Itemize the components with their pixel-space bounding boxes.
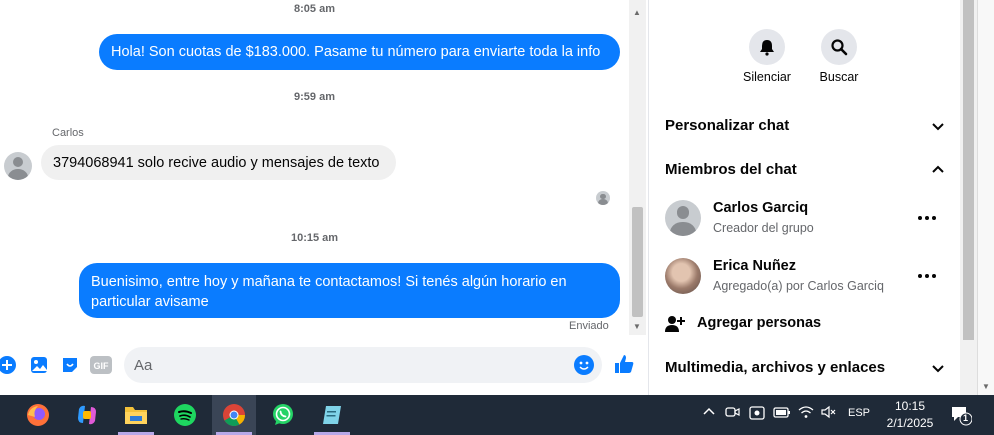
emoji-icon[interactable]	[574, 355, 594, 375]
clock-date: 2/1/2025	[886, 416, 934, 430]
more-options-icon[interactable]	[917, 215, 937, 221]
notification-center-icon[interactable]: 1	[950, 404, 973, 426]
chevron-down-icon	[932, 365, 944, 373]
media-files-links-section[interactable]: Multimedia, archivos y enlaces	[665, 359, 947, 376]
customize-chat-section[interactable]: Personalizar chat	[665, 117, 947, 134]
page-scrollbar-thumb[interactable]	[963, 0, 974, 340]
spotify-icon[interactable]	[163, 395, 207, 435]
mute-button[interactable]	[749, 29, 785, 65]
mute-label: Silenciar	[743, 70, 791, 84]
message-input-box[interactable]	[124, 347, 602, 383]
delivery-status: Enviado	[569, 320, 609, 332]
timestamp: 9:59 am	[294, 91, 335, 103]
message-outgoing[interactable]: Hola! Son cuotas de $183.000. Pasame tu …	[99, 34, 620, 70]
file-explorer-icon[interactable]	[114, 395, 158, 435]
notepad-icon[interactable]	[310, 395, 354, 435]
chat-thread: 8:05 am Hola! Son cuotas de $183.000. Pa…	[0, 0, 629, 395]
gif-label: GIF	[94, 361, 110, 371]
message-composer: GIF	[0, 343, 646, 389]
chat-info-panel: Silenciar Buscar Personalizar chat Miemb…	[648, 0, 960, 395]
message-incoming[interactable]: 3794068941 solo recive audio y mensajes …	[41, 145, 396, 180]
chat-members-label: Miembros del chat	[665, 161, 797, 178]
plus-circle-icon[interactable]	[0, 354, 18, 376]
bell-icon	[760, 40, 774, 56]
search-button[interactable]	[821, 29, 857, 65]
sender-avatar[interactable]	[4, 152, 32, 180]
search-icon	[831, 39, 848, 56]
chat-members-section[interactable]: Miembros del chat	[665, 161, 947, 178]
clock-time: 10:15	[894, 399, 926, 413]
media-files-links-label: Multimedia, archivos y enlaces	[665, 359, 886, 376]
customize-chat-label: Personalizar chat	[665, 117, 790, 134]
member-role: Agregado(a) por Carlos Garciq	[713, 279, 884, 293]
search-label: Buscar	[819, 70, 859, 84]
sticker-icon[interactable]	[59, 354, 81, 376]
language-indicator[interactable]: ESP	[848, 407, 870, 419]
gif-icon[interactable]: GIF	[90, 354, 112, 376]
add-people-label: Agregar personas	[697, 315, 822, 331]
chevron-down-icon	[932, 123, 944, 131]
add-people-button[interactable]: Agregar personas	[665, 313, 865, 335]
message-input[interactable]	[134, 355, 554, 375]
more-options-icon[interactable]	[917, 273, 937, 279]
scroll-up-arrow-icon[interactable]: ▲	[633, 8, 641, 17]
chevron-up-icon	[932, 165, 944, 173]
timestamp: 8:05 am	[294, 3, 335, 15]
taskbar: ESP 10:15 2/1/2025 1	[0, 395, 994, 435]
member-name[interactable]: Erica Nuñez	[713, 258, 796, 274]
window-edge: ▼	[977, 0, 994, 395]
camera-privacy-icon[interactable]	[725, 405, 741, 422]
chrome-icon[interactable]	[212, 395, 256, 435]
timestamp: 10:15 am	[290, 232, 339, 244]
copilot-icon[interactable]	[65, 395, 109, 435]
battery-icon[interactable]	[773, 405, 791, 422]
volume-muted-icon[interactable]	[821, 405, 837, 422]
scroll-down-arrow-icon[interactable]: ▼	[633, 322, 641, 331]
member-photo-avatar[interactable]	[665, 258, 701, 294]
thumbs-up-icon[interactable]	[613, 353, 635, 375]
system-clock[interactable]: 10:15 2/1/2025	[880, 398, 940, 432]
member-role: Creador del grupo	[713, 221, 814, 235]
sender-name: Carlos	[52, 127, 84, 139]
page-scrollbar[interactable]	[960, 0, 977, 395]
member-name[interactable]: Carlos Garciq	[713, 200, 808, 216]
chat-scrollbar[interactable]: ▲ ▼	[629, 0, 646, 335]
show-hidden-icons-chevron-icon[interactable]	[702, 404, 716, 421]
chat-scrollbar-thumb[interactable]	[632, 207, 643, 317]
message-outgoing[interactable]: Buenisimo, entre hoy y mañana te contact…	[79, 263, 620, 318]
seen-avatar	[596, 191, 610, 205]
whatsapp-icon[interactable]	[261, 395, 305, 435]
firefox-icon[interactable]	[16, 395, 60, 435]
scroll-down-arrow-icon[interactable]: ▼	[982, 382, 990, 391]
member-avatar[interactable]	[665, 200, 701, 236]
wifi-icon[interactable]	[798, 405, 814, 422]
notification-count: 1	[963, 413, 969, 423]
add-person-icon	[665, 316, 685, 332]
photo-icon[interactable]	[28, 354, 50, 376]
screen-capture-icon[interactable]	[749, 405, 765, 424]
